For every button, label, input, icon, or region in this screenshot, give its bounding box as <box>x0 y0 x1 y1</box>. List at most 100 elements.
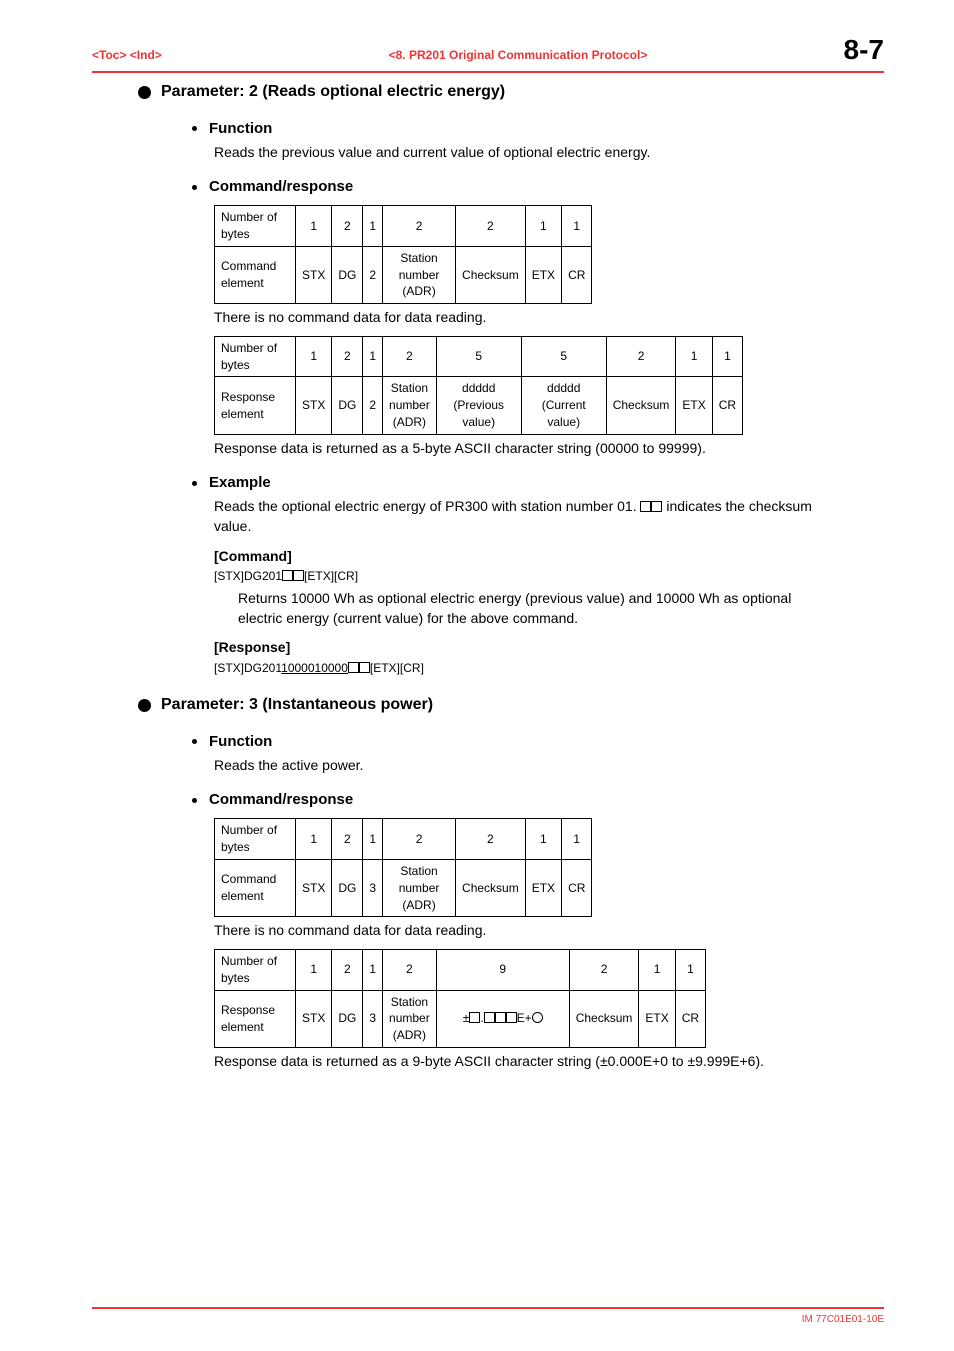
table-label: Number of bytes <box>215 206 296 247</box>
table-cell: 2 <box>456 819 526 860</box>
table-cell: 5 <box>521 336 606 377</box>
table-cell: 2 <box>569 950 639 991</box>
table-cell: 2 <box>363 377 383 434</box>
command-label: [Command] <box>214 547 884 567</box>
table-cell: 1 <box>676 336 712 377</box>
function-text: Reads the previous value and current val… <box>214 143 884 163</box>
table-cell: DG <box>332 246 363 303</box>
example-text: Reads the optional electric energy of PR… <box>214 497 824 536</box>
table-cell: 1 <box>363 950 383 991</box>
table-cell: 1 <box>525 206 561 247</box>
response-label: [Response] <box>214 638 884 658</box>
table-cell: 2 <box>606 336 676 377</box>
table-cell: DG <box>332 377 363 434</box>
function-label-2: Function <box>209 731 272 752</box>
table-cell: DG <box>332 990 363 1047</box>
table-cell: STX <box>296 860 332 917</box>
table-cell: Stationnumber(ADR) <box>383 246 456 303</box>
resp-note-1: Response data is returned as a 5-byte AS… <box>214 439 884 459</box>
header-center: <8. PR201 Original Communication Protoco… <box>232 47 804 64</box>
table-cell: 1 <box>675 950 705 991</box>
table-cell: Stationnumber(ADR) <box>383 377 437 434</box>
cmdresp-heading-2: Command/response <box>192 789 884 810</box>
table-label: Response element <box>215 990 296 1047</box>
function-text-2: Reads the active power. <box>214 756 884 776</box>
table-cell: 1 <box>525 819 561 860</box>
command-code: [STX]DG201[ETX][CR] <box>214 568 884 585</box>
resp-table-2: Number of bytes 1 2 1 2 9 2 1 1 Response… <box>214 949 706 1048</box>
resp-table-1: Number of bytes 1 2 1 2 5 5 2 1 1 Respon… <box>214 336 743 435</box>
table-label: Number of bytes <box>215 336 296 377</box>
table-cell: 5 <box>436 336 521 377</box>
table-cell: CR <box>675 990 705 1047</box>
table-cell: 1 <box>562 206 592 247</box>
table-cell: Checksum <box>456 246 526 303</box>
table-cell: 2 <box>383 819 456 860</box>
table-cell: 2 <box>363 246 383 303</box>
table-cell: ETX <box>525 246 561 303</box>
table-cell: 2 <box>383 336 437 377</box>
response-code: [STX]DG2011000010000[ETX][CR] <box>214 660 884 677</box>
table-cell: ETX <box>525 860 561 917</box>
table-cell: CR <box>562 246 592 303</box>
footer-code: IM 77C01E01-10E <box>92 1313 884 1327</box>
table-cell: ±.E+ <box>436 990 569 1047</box>
table-cell: ETX <box>639 990 675 1047</box>
table-cell: STX <box>296 990 332 1047</box>
table-cell: DG <box>332 860 363 917</box>
table-cell: 2 <box>332 336 363 377</box>
table-cell: STX <box>296 246 332 303</box>
table-cell: 1 <box>363 336 383 377</box>
table-cell: 3 <box>363 990 383 1047</box>
table-cell: 2 <box>332 819 363 860</box>
table-cell: 1 <box>363 819 383 860</box>
example-label: Example <box>209 472 271 493</box>
table-cell: 1 <box>296 950 332 991</box>
function-label: Function <box>209 118 272 139</box>
command-return-text: Returns 10000 Wh as optional electric en… <box>238 589 824 628</box>
resp-note-2: Response data is returned as a 9-byte AS… <box>214 1052 884 1072</box>
section-param2-heading: Parameter: 2 (Reads optional electric en… <box>138 81 884 103</box>
bullet-small-icon <box>192 798 197 803</box>
table-label: Command element <box>215 246 296 303</box>
table-cell: STX <box>296 377 332 434</box>
section-param3-heading: Parameter: 3 (Instantaneous power) <box>138 694 884 716</box>
table-label: Response element <box>215 377 296 434</box>
function-heading-2: Function <box>192 731 884 752</box>
bullet-icon <box>138 86 151 99</box>
table-cell: CR <box>712 377 742 434</box>
table-cell: ETX <box>676 377 712 434</box>
bullet-small-icon <box>192 185 197 190</box>
table-cell: 1 <box>562 819 592 860</box>
section-param3-title: Parameter: 3 (Instantaneous power) <box>161 694 433 716</box>
cmd-table-1: Number of bytes 1 2 1 2 2 1 1 Command el… <box>214 205 592 304</box>
header-right: 8-7 <box>804 30 884 69</box>
table-cell: ddddd(Currentvalue) <box>521 377 606 434</box>
table-cell: 1 <box>639 950 675 991</box>
table-cell: Checksum <box>569 990 639 1047</box>
table-cell: 1 <box>363 206 383 247</box>
section-param2-title: Parameter: 2 (Reads optional electric en… <box>161 81 505 103</box>
cmdresp-label: Command/response <box>209 176 353 197</box>
table-cell: 2 <box>456 206 526 247</box>
table-cell: 2 <box>332 206 363 247</box>
bullet-small-icon <box>192 739 197 744</box>
table-cell: 2 <box>332 950 363 991</box>
table-cell: CR <box>562 860 592 917</box>
no-cmd-data-note-2: There is no command data for data readin… <box>214 921 884 941</box>
table-cell: 1 <box>712 336 742 377</box>
code-pre: [STX]DG201 <box>214 661 281 675</box>
bullet-small-icon <box>192 481 197 486</box>
table-label: Number of bytes <box>215 819 296 860</box>
bullet-icon <box>138 699 151 712</box>
table-label: Command element <box>215 860 296 917</box>
example-heading: Example <box>192 472 884 493</box>
table-cell: Stationnumber(ADR) <box>383 860 456 917</box>
cmdresp-heading: Command/response <box>192 176 884 197</box>
header-left: <Toc> <Ind> <box>92 47 232 64</box>
table-cell: 1 <box>296 819 332 860</box>
table-cell: 1 <box>296 336 332 377</box>
table-cell: 1 <box>296 206 332 247</box>
cmd-table-2: Number of bytes 1 2 1 2 2 1 1 Command el… <box>214 818 592 917</box>
table-cell: Checksum <box>456 860 526 917</box>
